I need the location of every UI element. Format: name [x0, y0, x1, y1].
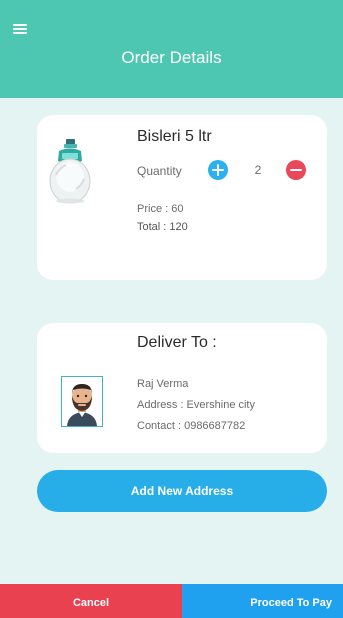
quantity-label: Quantity: [137, 164, 182, 178]
recipient-name: Raj Verma: [137, 378, 189, 390]
delivery-address-card: Deliver To : Raj Verma Address : Evershi…: [37, 323, 327, 453]
proceed-to-pay-button[interactable]: Proceed To Pay: [182, 584, 343, 618]
water-bottle-icon: [49, 139, 91, 204]
add-new-address-button[interactable]: Add New Address: [37, 470, 327, 512]
product-card: Bisleri 5 ltr Quantity 2 Price : 60 Tota…: [37, 115, 327, 280]
cancel-label: Cancel: [72, 597, 110, 609]
hamburger-menu-icon[interactable]: [13, 24, 27, 34]
proceed-label: Proceed To Pay: [250, 597, 332, 609]
product-name: Bisleri 5 ltr: [137, 128, 212, 145]
bearded-man-avatar-icon: [61, 376, 103, 427]
price-text: Price : 60: [137, 203, 184, 215]
app-bar: Order Details: [0, 0, 343, 98]
cancel-button[interactable]: Cancel: [0, 584, 182, 618]
address-text: Address : Evershine city: [137, 399, 255, 411]
quantity-value: 2: [254, 163, 262, 177]
deliver-to-heading: Deliver To :: [137, 334, 217, 351]
total-text: Total : 120: [137, 221, 188, 233]
page-title: Order Details: [121, 48, 222, 67]
increase-quantity-button[interactable]: [208, 160, 228, 180]
contact-text: Contact : 0986687782: [137, 420, 246, 432]
decrease-quantity-button[interactable]: [286, 160, 306, 180]
